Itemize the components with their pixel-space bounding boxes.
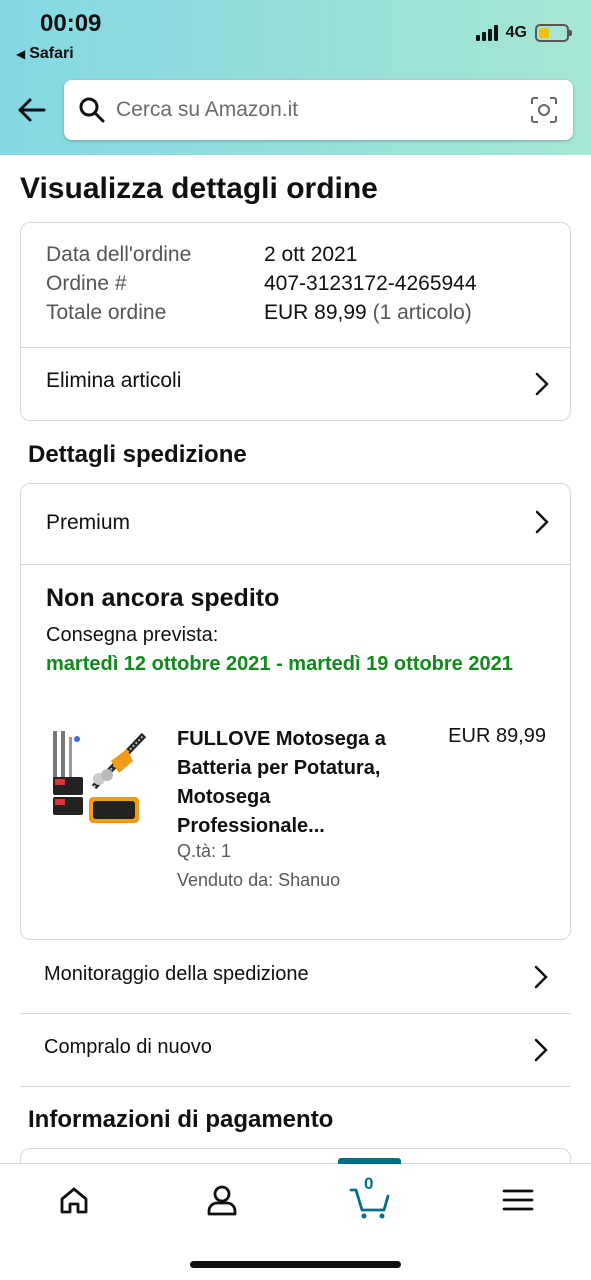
track-shipment-row[interactable]: Monitoraggio della spedizione (20, 941, 571, 1014)
back-triangle-icon: ◀ (16, 47, 26, 61)
delete-items-label: Elimina articoli (46, 369, 182, 392)
buy-again-row[interactable]: Compralo di nuovo (20, 1014, 571, 1087)
status-time: 00:09 (40, 10, 102, 37)
order-total-count: (1 articolo) (372, 301, 472, 324)
page-title: Visualizza dettagli ordine (20, 172, 378, 205)
buy-again-label: Compralo di nuovo (44, 1036, 212, 1058)
back-arrow-icon[interactable] (14, 92, 50, 128)
back-to-app-link[interactable]: ◀ Safari (16, 45, 74, 63)
order-total-label: Totale ordine (46, 301, 167, 324)
delete-items-row[interactable]: Elimina articoli (21, 348, 570, 421)
status-indicators: 4G (475, 24, 572, 42)
search-icon (79, 97, 105, 123)
chevron-right-icon (534, 965, 548, 989)
order-summary-card: Data dell'ordine 2 ott 2021 Ordine # 407… (20, 222, 571, 421)
app-header: 00:09 ◀ Safari 4G (0, 0, 591, 155)
shipment-status: Non ancora spedito (46, 584, 280, 612)
home-icon[interactable] (54, 1180, 94, 1220)
track-shipment-label: Monitoraggio della spedizione (44, 963, 309, 985)
search-input[interactable] (116, 98, 496, 122)
delivery-date-range: martedì 12 ottobre 2021 - martedì 19 ott… (46, 653, 513, 675)
network-type: 4G (505, 24, 527, 41)
account-icon[interactable] (202, 1180, 242, 1220)
camera-scan-icon[interactable] (529, 95, 559, 125)
payment-section-title: Informazioni di pagamento (28, 1106, 334, 1133)
shipping-method-label: Premium (46, 511, 131, 534)
chevron-right-icon (535, 372, 549, 396)
cart-active-indicator (338, 1158, 401, 1164)
home-indicator[interactable] (190, 1261, 401, 1268)
product-seller: Venduto da: Shanuo (177, 870, 341, 890)
shipping-method-row[interactable]: Premium (21, 484, 570, 564)
search-bar[interactable] (64, 80, 573, 140)
back-app-label: Safari (29, 45, 74, 62)
order-number-value: 407-3123172-4265944 (264, 272, 477, 295)
order-total-amount: EUR 89,99 (264, 301, 367, 324)
divider (21, 564, 570, 565)
product-price: EUR 89,99 (448, 725, 546, 747)
order-date-label: Data dell'ordine (46, 243, 192, 266)
order-total-value: EUR 89,99 (1 articolo) (264, 301, 472, 325)
delivery-label: Consegna prevista: (46, 624, 219, 646)
cart-count: 0 (364, 1174, 374, 1193)
order-date-value: 2 ott 2021 (264, 243, 358, 266)
shipping-card: Premium Non ancora spedito Consegna prev… (20, 483, 571, 940)
chevron-right-icon (534, 1038, 548, 1062)
product-quantity: Q.tà: 1 (177, 841, 232, 861)
signal-icon (475, 25, 498, 41)
product-title-link[interactable]: FULLOVE Motosega a Batteria per Potatura… (177, 725, 422, 841)
chevron-right-icon (535, 510, 549, 534)
product-image[interactable] (49, 727, 155, 827)
order-number-label: Ordine # (46, 272, 127, 295)
menu-icon[interactable] (498, 1180, 538, 1220)
battery-icon (535, 24, 572, 42)
shipping-section-title: Dettagli spedizione (28, 441, 247, 468)
